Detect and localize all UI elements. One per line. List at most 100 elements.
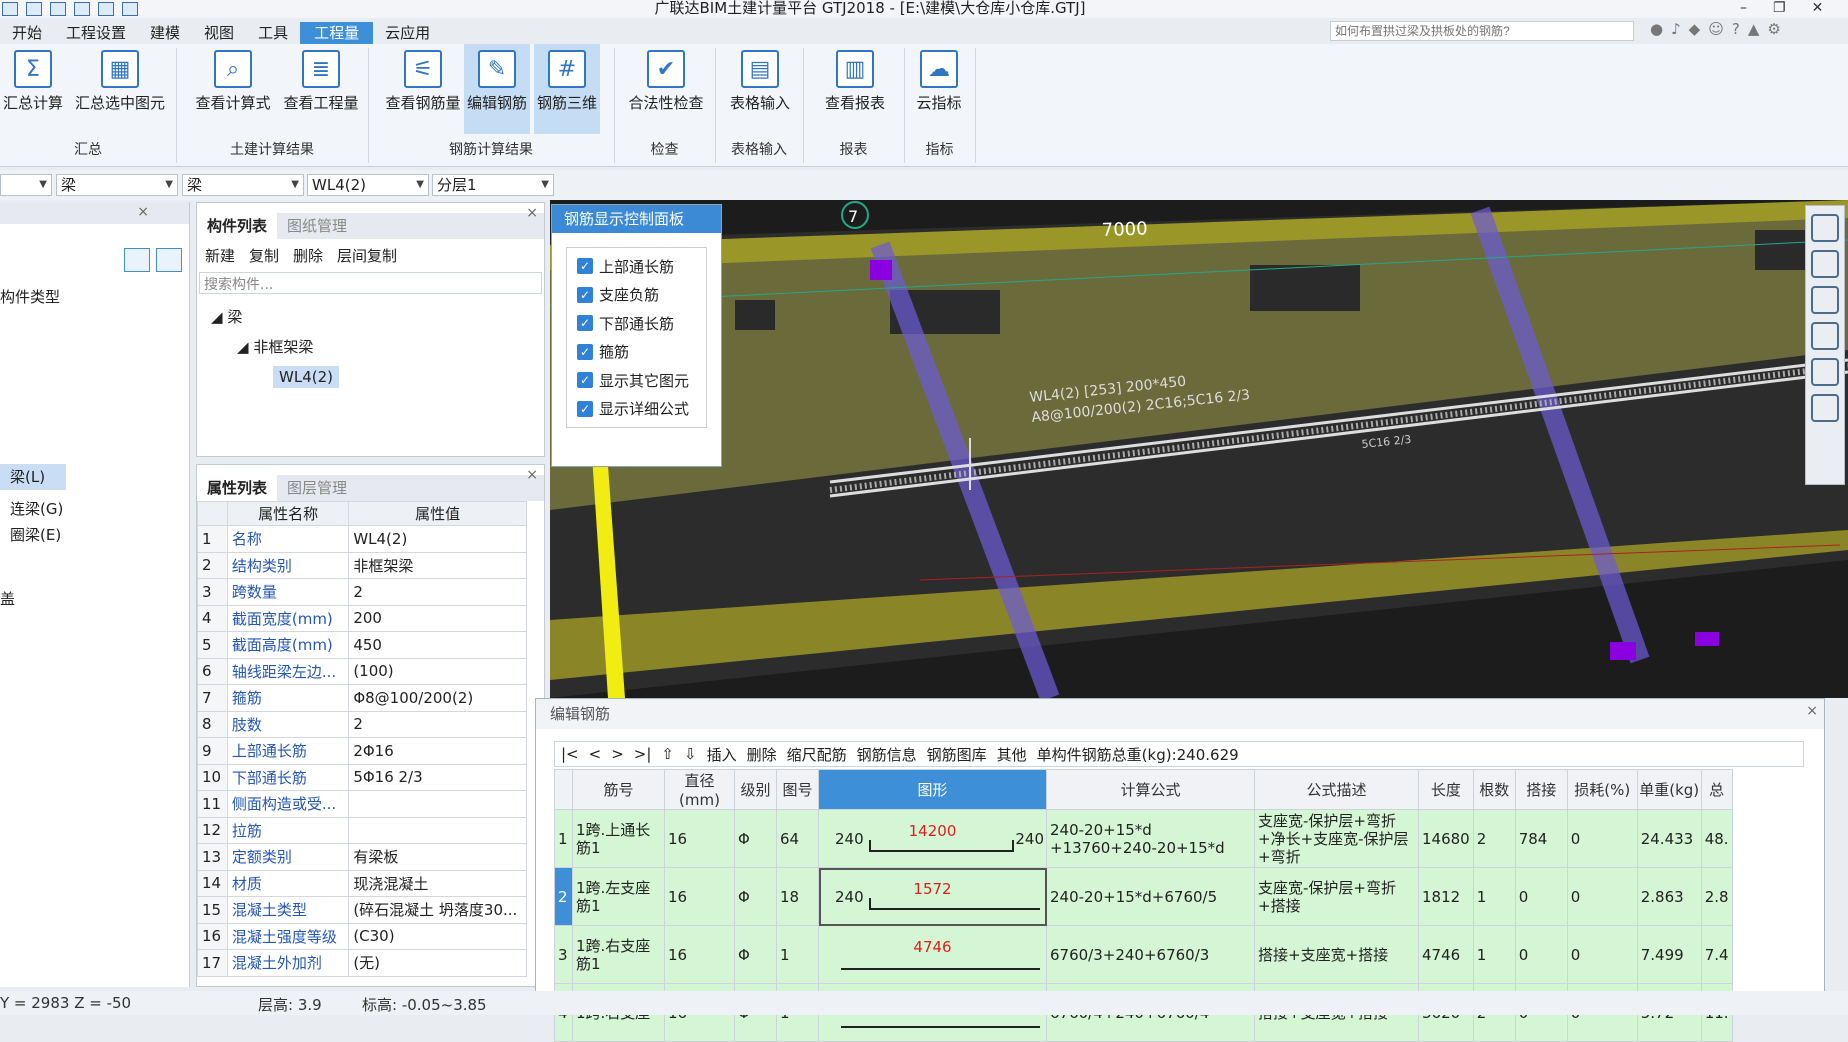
move-up-icon[interactable]: ⇧ [661,745,674,763]
property-row[interactable]: 8 肢数 2 [197,710,527,738]
layer-select[interactable]: 分层1 ▼ [432,174,554,196]
property-value[interactable]: 2Φ16 [348,737,527,765]
new-icon[interactable] [2,2,18,16]
close-icon[interactable]: × [526,205,538,221]
property-value[interactable]: 非框架梁 [348,551,527,579]
floor-copy-button[interactable]: 层间复制 [337,245,397,266]
close-icon[interactable]: × [526,467,538,483]
next-icon[interactable]: > [611,745,624,763]
legality-check-button[interactable]: ✔ 合法性检查 [624,44,708,134]
view-formula-button[interactable]: ⌕ 查看计算式 [188,44,278,134]
copy-button[interactable]: 复制 [249,245,279,266]
view-rebar-button[interactable]: ⚟ 查看钢筋量 [378,44,468,134]
view-quantity-button[interactable]: ≣ 查看工程量 [276,44,366,134]
property-row[interactable]: 2 结构类别 非框架梁 [197,551,527,579]
view-icon[interactable] [122,2,138,16]
floor-select[interactable]: ▼ [0,174,52,196]
property-value[interactable]: 现浇混凝土 [348,869,527,897]
property-row[interactable]: 15 混凝土类型 (碎石混凝土 坍落度30... [197,896,527,924]
checkbox-top-rebar[interactable]: ✓ 上部通长筋 [567,252,706,281]
orbit-icon[interactable] [1811,214,1839,242]
2d-icon[interactable] [1811,250,1839,278]
property-value[interactable]: Φ8@100/200(2) [348,684,527,712]
cloud-index-button[interactable]: ☁ 云指标 [908,44,970,134]
property-value[interactable]: (C30) [348,922,527,950]
property-value[interactable]: (无) [348,949,527,977]
table-input-button[interactable]: ▤ 表格输入 [722,44,798,134]
close-icon[interactable]: × [1806,703,1818,719]
property-row[interactable]: 6 轴线距梁左边... (100) [197,657,527,685]
property-row[interactable]: 3 跨数量 2 [197,578,527,606]
delete-button[interactable]: 删除 [747,744,777,765]
move-down-icon[interactable]: ⇩ [684,745,697,763]
property-row[interactable]: 4 截面宽度(mm) 200 [197,604,527,632]
other-button[interactable]: 其他 [997,744,1027,765]
property-value[interactable]: WL4(2) [348,525,527,553]
tab-drawing-management[interactable]: 图纸管理 [277,213,357,239]
list-icon[interactable] [124,248,150,272]
rotate-icon[interactable] [1811,358,1839,386]
new-button[interactable]: 新建 [205,245,235,266]
property-row[interactable]: 9 上部通长筋 2Φ16 [197,737,527,765]
edit-rebar-button[interactable]: ✎ 编辑钢筋 [464,44,530,134]
property-row[interactable]: 1 名称 WL4(2) [197,525,527,553]
layers-icon[interactable] [1811,394,1839,422]
tab-property-list[interactable]: 属性列表 [197,475,278,501]
checkbox-support-rebar[interactable]: ✓ 支座负筋 [567,281,706,310]
property-value[interactable] [348,790,527,818]
menu-start[interactable]: 开始 [0,22,54,44]
summary-selected-button[interactable]: ▦ 汇总选中图元 [70,44,170,134]
property-row[interactable]: 12 拉筋 [197,816,527,844]
menu-modeling[interactable]: 建模 [138,22,192,44]
tree-node-wl4[interactable]: WL4(2) [211,362,544,392]
checkbox-other-elements[interactable]: ✓ 显示其它图元 [567,366,706,395]
property-row[interactable]: 11 侧面构造或受... [197,790,527,818]
last-icon[interactable]: >| [634,745,652,763]
tab-component-list[interactable]: 构件列表 [197,213,278,239]
property-value[interactable]: 2 [348,578,527,606]
detail-icon[interactable] [156,248,182,272]
tree-item-coupling-beam[interactable]: 连梁(G) [10,498,63,519]
delete-button[interactable]: 删除 [293,245,323,266]
tab-layer-management[interactable]: 图层管理 [277,475,357,501]
category-select[interactable]: 梁 ▼ [56,174,178,196]
menu-view[interactable]: 视图 [192,22,246,44]
tree-node-nonframe-beam[interactable]: ◢ 非框架梁 [211,332,544,362]
property-value[interactable] [348,816,527,844]
property-row[interactable]: 16 混凝土强度等级 (C30) [197,922,527,950]
property-value[interactable]: (100) [348,657,527,685]
restore-icon[interactable]: ❐ [1773,0,1786,16]
first-icon[interactable]: |< [561,745,579,763]
menu-quantities[interactable]: 工程量 [300,22,374,44]
tree-item-beam[interactable]: 梁(L) [0,464,66,490]
close-icon[interactable]: × [137,204,149,220]
close-icon[interactable]: ✕ [1812,0,1824,16]
column-header-shape[interactable]: 图形 [818,769,1047,810]
open-icon[interactable] [26,2,42,16]
property-row[interactable]: 7 箍筋 Φ8@100/200(2) [197,684,527,712]
checkbox-detail-formula[interactable]: ✓ 显示详细公式 [567,395,706,424]
box-icon[interactable] [1811,322,1839,350]
tree-item-cover[interactable]: 盖 [0,588,15,609]
property-value[interactable]: 5Φ16 2/3 [348,763,527,791]
rebar-library-button[interactable]: 钢筋图库 [927,744,987,765]
tree-node-beam[interactable]: ◢ 梁 [211,302,544,332]
redo-icon[interactable] [74,2,90,16]
property-value[interactable]: 有梁板 [348,843,527,871]
property-value[interactable]: 450 [348,631,527,659]
summary-calc-button[interactable]: Σ 汇总计算 [0,44,66,134]
property-row[interactable]: 10 下部通长筋 5Φ16 2/3 [197,763,527,791]
scale-rebar-button[interactable]: 缩尺配筋 [787,744,847,765]
property-row[interactable]: 17 混凝土外加剂 (无) [197,949,527,977]
rebar-row[interactable]: 1 1跨.上通长筋1 16 Φ 64 240 14200 240 240-20+15*d +13… [554,809,1733,868]
undo-icon[interactable] [50,2,66,16]
type-select[interactable]: 梁 ▼ [182,174,304,196]
rebar-row[interactable]: 2 1跨.左支座筋1 16 Φ 18 240 1572 240-20+15*d+6760/5 支… [554,867,1733,926]
property-row[interactable]: 5 截面高度(mm) 450 [197,631,527,659]
checkbox-stirrup[interactable]: ✓ 箍筋 [567,338,706,367]
rebar-3d-button[interactable]: # 钢筋三维 [534,44,600,134]
3d-viewport[interactable]: 7 7000 WL4(2) [253] 200*450 A8@100/200(2… [550,200,1848,698]
minimize-icon[interactable]: – [1740,0,1747,16]
rebar-info-button[interactable]: 钢筋信息 [857,744,917,765]
component-select[interactable]: WL4(2) ▼ [307,174,429,196]
